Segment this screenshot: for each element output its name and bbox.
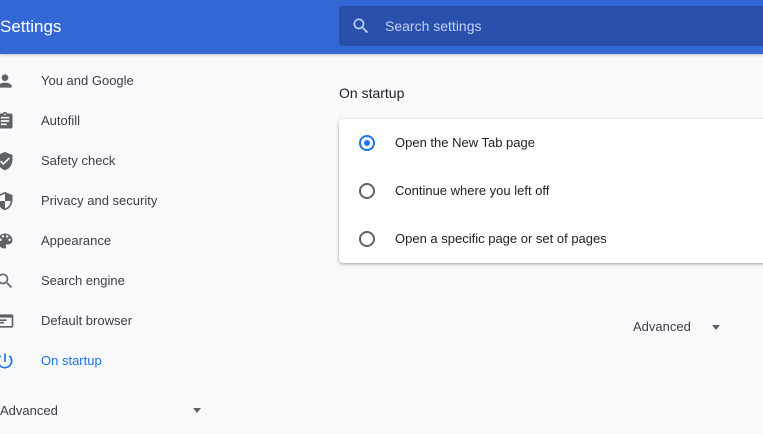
sidebar-item-label: Privacy and security <box>41 193 158 208</box>
startup-option-continue[interactable]: Continue where you left off <box>339 167 763 215</box>
radio-button[interactable] <box>359 183 375 199</box>
browser-icon <box>0 314 14 328</box>
sidebar-advanced-label: Advanced <box>0 403 58 418</box>
sidebar-item-safety-check[interactable]: Safety check <box>0 141 300 181</box>
clipboard-icon <box>0 111 13 129</box>
sidebar-item-appearance[interactable]: Appearance <box>0 221 300 261</box>
search-box[interactable] <box>339 6 763 46</box>
app-title: Settings <box>0 17 62 36</box>
radio-button[interactable] <box>359 231 375 247</box>
chevron-down-icon <box>712 325 720 330</box>
sidebar-item-label: Search engine <box>41 273 125 288</box>
palette-icon <box>0 233 13 249</box>
sidebar-item-label: You and Google <box>41 73 134 88</box>
startup-option-specific-pages[interactable]: Open a specific page or set of pages <box>339 215 763 263</box>
shield-icon <box>0 191 13 211</box>
sidebar-item-on-startup[interactable]: On startup <box>0 341 300 381</box>
sidebar-item-label: Safety check <box>41 153 116 168</box>
radio-button[interactable] <box>359 135 375 151</box>
chevron-down-icon <box>193 408 201 413</box>
startup-option-new-tab[interactable]: Open the New Tab page <box>339 119 763 167</box>
advanced-toggle[interactable]: Advanced <box>625 314 735 340</box>
person-icon <box>0 74 12 88</box>
sidebar-item-label: Autofill <box>41 113 81 128</box>
shield-check-icon <box>0 151 13 171</box>
search-icon <box>353 18 369 34</box>
sidebar-advanced-toggle[interactable]: Advanced <box>0 396 210 426</box>
sidebar-item-default-browser[interactable]: Default browser <box>0 301 300 341</box>
sidebar: You and Google Autofill Safety check Pri… <box>0 54 320 434</box>
sidebar-item-label: Default browser <box>41 313 133 328</box>
radio-label: Open the New Tab page <box>395 135 535 150</box>
sidebar-item-autofill[interactable]: Autofill <box>0 101 300 141</box>
radio-label: Open a specific page or set of pages <box>395 231 607 246</box>
startup-options-card: Open the New Tab page Continue where you… <box>339 119 763 263</box>
sidebar-item-you-and-google[interactable]: You and Google <box>0 61 300 101</box>
app-header: Settings <box>0 0 763 54</box>
sidebar-item-label: On startup <box>41 353 102 368</box>
sidebar-item-search-engine[interactable]: Search engine <box>0 261 300 301</box>
section-title: On startup <box>339 85 405 101</box>
power-icon <box>0 353 13 369</box>
search-input[interactable] <box>385 6 745 46</box>
sidebar-item-privacy-and-security[interactable]: Privacy and security <box>0 181 300 221</box>
radio-label: Continue where you left off <box>395 183 550 198</box>
sidebar-item-label: Appearance <box>41 233 112 248</box>
advanced-label: Advanced <box>633 319 691 334</box>
search-icon <box>0 273 13 289</box>
